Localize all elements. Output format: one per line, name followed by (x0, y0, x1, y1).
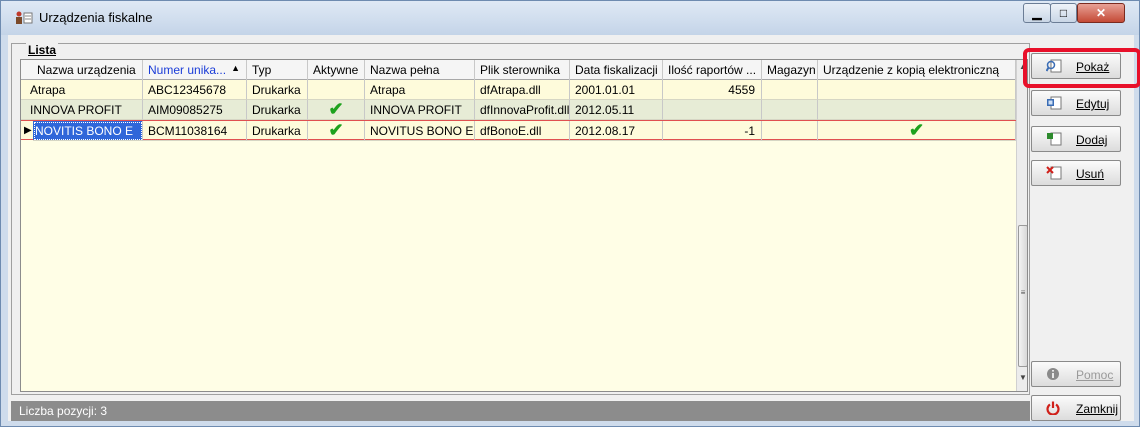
cell-electronic-copy (818, 100, 1016, 120)
add-button-label: Dodaj (1076, 133, 1108, 147)
grip-icon: ≡ (1020, 288, 1026, 297)
item-count-label: Liczba pozycji: 3 (19, 404, 108, 418)
sort-ascending-icon: ▲ (231, 63, 240, 73)
edit-button[interactable]: Edytuj (1031, 90, 1121, 116)
app-icon (16, 11, 33, 24)
maximize-button[interactable]: □ (1050, 3, 1077, 23)
cell-full-name: Atrapa (365, 80, 475, 100)
cell-unique-number: ABC12345678 (143, 80, 247, 100)
help-button[interactable]: Pomoc (1031, 361, 1121, 387)
help-button-label: Pomoc (1076, 368, 1114, 382)
cell-type: Drukarka (247, 121, 308, 141)
cell-report-count (663, 100, 762, 120)
delete-button-label: Usuń (1076, 167, 1105, 181)
cell-report-count: 4559 (663, 80, 762, 100)
grid-header: Nazwa urządzenia Numer unika... ▲ Typ Akt… (21, 60, 1016, 80)
column-header-fiscalization-date[interactable]: Data fiskalizacji (570, 60, 663, 80)
cell-type: Drukarka (247, 80, 308, 100)
cell-full-name: INNOVA PROFIT (365, 100, 475, 120)
cell-type: Drukarka (247, 100, 308, 120)
cell-warehouse (762, 121, 818, 141)
delete-icon (1046, 166, 1062, 180)
cell-driver-file: dfInnovaProfit.dll (475, 100, 570, 120)
table-row[interactable]: Atrapa ABC12345678 Drukarka Atrapa dfAtr… (21, 80, 1016, 100)
cell-warehouse (762, 80, 818, 100)
cell-driver-file: dfBonoE.dll (475, 121, 570, 141)
vertical-scrollbar[interactable]: ▲ ≡ ▼ (1016, 60, 1027, 391)
scroll-down-icon[interactable]: ▼ (1017, 373, 1027, 389)
close-icon: ✕ (1095, 6, 1107, 20)
edit-icon (1047, 96, 1062, 110)
maximize-icon: □ (1059, 6, 1068, 20)
column-header-active[interactable]: Aktywne (308, 60, 365, 80)
cell-fiscalization-date: 2012.08.17 (570, 121, 663, 141)
cell-device-name: INNOVA PROFIT (21, 100, 143, 120)
close-window-button[interactable]: ✕ (1077, 3, 1125, 23)
column-header-warehouse[interactable]: Magazyn (762, 60, 818, 80)
devices-grid[interactable]: Nazwa urządzenia Numer unika... ▲ Typ Akt… (20, 59, 1028, 392)
status-bar: Liczba pozycji: 3 (11, 401, 1030, 421)
column-header-electronic-copy[interactable]: Urządzenie z kopią elektroniczną (818, 60, 1016, 80)
info-icon (1047, 368, 1059, 380)
cell-unique-number: BCM11038164 (143, 121, 247, 141)
cell-active: ✔ (308, 121, 365, 141)
scroll-thumb[interactable]: ≡ (1018, 225, 1027, 367)
add-button[interactable]: Dodaj (1031, 126, 1121, 152)
close-button[interactable]: Zamknij (1031, 395, 1121, 421)
column-header-unique-number[interactable]: Numer unika... ▲ (143, 60, 247, 80)
cell-fiscalization-date: 2012.05.11 (570, 100, 663, 120)
minimize-button[interactable]: ▁ (1023, 3, 1051, 23)
current-row-pointer-icon: ▶ (24, 125, 32, 136)
window-title: Urządzenia fiskalne (39, 10, 153, 25)
cell-active: ✔ (308, 100, 365, 120)
cell-electronic-copy: ✔ (818, 121, 1016, 141)
table-row-selected[interactable]: ▶ NOVITIS BONO E BCM11038164 Drukarka ✔ … (21, 120, 1016, 141)
column-header-report-count[interactable]: Ilość raportów ... (663, 60, 762, 80)
close-button-label: Zamknij (1076, 402, 1119, 416)
client-area: Lista Nazwa urządzenia Numer unika... ▲ T… (8, 35, 1134, 421)
cell-active (308, 80, 365, 100)
cell-report-count: -1 (663, 121, 762, 141)
column-header-unique-number-label: Numer unika... (148, 63, 227, 77)
delete-button[interactable]: Usuń (1031, 160, 1121, 186)
column-header-type[interactable]: Typ (247, 60, 308, 80)
cell-fiscalization-date: 2001.01.01 (570, 80, 663, 100)
power-icon (1046, 401, 1060, 415)
list-group-title: Lista (26, 43, 59, 57)
column-header-device-name[interactable]: Nazwa urządzenia (21, 60, 143, 80)
cell-warehouse (762, 100, 818, 120)
title-bar: Urządzenia fiskalne ▁ □ ✕ (1, 1, 1139, 35)
edit-button-highlight (1023, 48, 1140, 88)
cell-full-name: NOVITUS BONO E (365, 121, 475, 141)
cell-device-name: Atrapa (21, 80, 143, 100)
edit-button-label: Edytuj (1076, 97, 1110, 111)
fiscal-devices-window: Urządzenia fiskalne ▁ □ ✕ Lista Nazwa ur… (0, 0, 1140, 427)
cell-electronic-copy (818, 80, 1016, 100)
column-header-full-name[interactable]: Nazwa pełna (365, 60, 475, 80)
cell-unique-number: AIM09085275 (143, 100, 247, 120)
minimize-icon: ▁ (1032, 6, 1042, 20)
column-header-driver-file[interactable]: Plik sterownika (475, 60, 570, 80)
list-group: Lista Nazwa urządzenia Numer unika... ▲ T… (11, 43, 1030, 395)
cell-device-name[interactable]: NOVITIS BONO E (33, 121, 143, 141)
table-row[interactable]: INNOVA PROFIT AIM09085275 Drukarka ✔ INN… (21, 100, 1016, 120)
add-icon (1047, 132, 1062, 146)
cell-driver-file: dfAtrapa.dll (475, 80, 570, 100)
